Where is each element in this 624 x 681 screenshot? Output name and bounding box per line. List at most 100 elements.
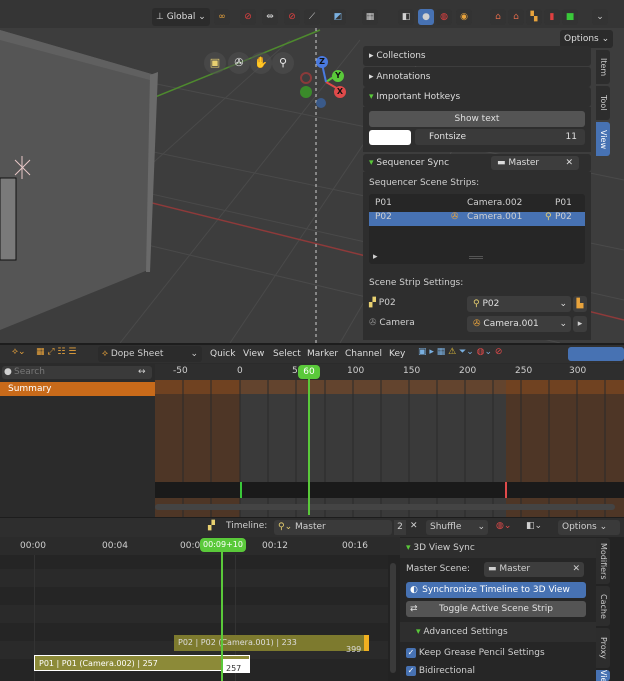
neg-y-dot[interactable] — [300, 86, 312, 98]
scrub-region[interactable] — [155, 482, 624, 498]
toggle-strip-button[interactable]: ⇄ Toggle Active Scene Strip — [406, 601, 586, 617]
3d-viewport[interactable]: ⊥ Global ⌄ ∞ ⊘ ⇹ ⊘ ⟋ ◩ ▦ ◧ ● ◍ ◉ ⌂ ⌂ ▚ ▮… — [0, 0, 624, 343]
sequencer-playhead[interactable] — [221, 538, 223, 681]
camera-setting-dropdown[interactable]: ✇ Camera.001 ⌄ — [467, 316, 571, 332]
menu-key[interactable]: Key — [389, 348, 405, 360]
render-shading-icon[interactable]: ◉ — [456, 9, 472, 25]
transform-pivot-icon[interactable]: ⇹ — [262, 9, 278, 25]
annotations-header[interactable]: ▸ Annotations — [363, 67, 591, 87]
menu-channel[interactable]: Channel — [345, 348, 382, 360]
gizmo-icon[interactable]: ⟋ — [304, 9, 320, 25]
material-shading-icon[interactable]: ◍ — [436, 9, 452, 25]
swap-icon[interactable]: ↔ — [138, 367, 146, 377]
tab-cache[interactable]: Cache — [596, 586, 610, 626]
tab-view[interactable]: View — [596, 122, 610, 156]
advanced-settings-header[interactable]: ▾ Advanced Settings — [400, 622, 596, 642]
sync-timeline-button[interactable]: ◐ Synchronize Timeline to 3D View — [406, 582, 586, 598]
addon-icon-4[interactable]: ▮ — [544, 9, 560, 25]
list-resize-handle[interactable] — [469, 256, 483, 259]
current-time-indicator[interactable]: 00:09+10 — [200, 538, 246, 552]
list-expand-icon[interactable]: ▸ — [373, 252, 378, 262]
addon-icon-2[interactable]: ⌂ — [508, 9, 524, 25]
end-frame-marker[interactable] — [505, 482, 507, 498]
tab-view[interactable]: View — [596, 670, 610, 681]
tab-item[interactable]: Item — [596, 50, 610, 84]
menu-marker[interactable]: Marker — [307, 348, 338, 360]
select-camera-icon[interactable]: ▸ — [573, 316, 587, 332]
z-axis-label[interactable]: Z — [316, 56, 328, 68]
bidirectional-checkbox[interactable]: ✓ Bidirectional — [406, 666, 475, 676]
horizontal-scrollbar[interactable] — [155, 504, 615, 510]
scene-setting-dropdown[interactable]: ⚲ P02 ⌄ — [467, 296, 571, 312]
summary-channel[interactable]: Summary — [0, 382, 155, 396]
strip-p02[interactable]: P02 | P02 (Camera.001) | 233 — [174, 635, 366, 651]
close-icon[interactable]: ✕ — [565, 156, 573, 170]
unlink-icon[interactable]: ✕ — [410, 521, 418, 531]
master-scene-field[interactable]: ▬ Master ✕ — [484, 562, 584, 577]
xray-icon[interactable]: ▦ — [362, 9, 378, 25]
y-axis-label[interactable]: Y — [332, 70, 344, 82]
camera-view-icon[interactable]: ▣ — [204, 52, 226, 74]
neg-z-dot[interactable] — [316, 98, 326, 108]
filter-icons[interactable]: ▦ ⤢ ☷ ☰ — [36, 347, 76, 357]
addon-icon-3[interactable]: ▚ — [526, 9, 542, 25]
tab-modifiers[interactable]: Modifiers — [596, 538, 610, 584]
menu-quick[interactable]: Quick — [210, 348, 235, 360]
sequencer-editor[interactable]: ▞ Timeline: ⚲⌄ Master 2 ✕ Shuffle ⌄ ◍⌄ ◧⌄… — [0, 518, 624, 681]
start-frame-marker[interactable] — [240, 482, 242, 498]
menu-select[interactable]: Select — [273, 348, 301, 360]
tab-tool[interactable]: Tool — [596, 86, 610, 120]
shuffle-dropdown[interactable]: Shuffle ⌄ — [426, 520, 488, 535]
expand-icon[interactable]: ⌄ — [592, 9, 608, 25]
tab-proxy[interactable]: Proxy — [596, 628, 610, 668]
keep-gp-checkbox[interactable]: ✓ Keep Grease Pencil Settings — [406, 648, 545, 658]
strip-p01[interactable]: P01 | P01 (Camera.002) | 257 — [34, 655, 250, 671]
collections-header[interactable]: ▸ Collections — [363, 46, 591, 66]
view-icon[interactable]: ◧⌄ — [526, 521, 542, 531]
editor-type-icon[interactable]: ⟡⌄ — [12, 347, 26, 357]
keyframe-tools-icons[interactable]: ▣ ▸ ▦ ⚠ ⏷⌄ ◍⌄ ⊘ — [418, 347, 502, 357]
strip-row[interactable]: P01 Camera.002 P01 — [369, 198, 585, 212]
camera-toggle-icon[interactable]: ✇ — [228, 52, 250, 74]
search-input[interactable]: Search — [2, 366, 152, 379]
user-count[interactable]: 2 — [394, 520, 406, 535]
addon-icon-5[interactable]: ■ — [562, 9, 578, 25]
new-scene-icon[interactable]: ▙ — [573, 296, 587, 312]
strip-p02-handle[interactable] — [364, 635, 369, 651]
timeline-scene-selector[interactable]: ⚲⌄ Master — [274, 520, 392, 535]
sequencer-options-dropdown[interactable]: Options ⌄ — [558, 520, 620, 535]
mode-dropdown[interactable]: ⟡ Dope Sheet ⌄ — [98, 346, 202, 362]
visibility-icon[interactable]: ◩ — [330, 9, 346, 25]
important-hotkeys-header[interactable]: ▾ Important Hotkeys — [363, 87, 591, 107]
playhead-line[interactable] — [308, 365, 310, 515]
current-frame-indicator[interactable]: 60 — [298, 365, 320, 379]
show-text-button[interactable]: Show text — [369, 111, 585, 127]
strip-list[interactable]: P01 Camera.002 P01 P02 ✇ Camera.001 ⚲ P0… — [369, 194, 585, 264]
snap-icon[interactable]: ∞ — [214, 9, 230, 25]
sequencer-sync-header[interactable]: ▾ Sequencer Sync ▬ Master ✕ — [363, 154, 591, 172]
master-scene-selector[interactable]: ▬ Master ✕ — [491, 156, 579, 170]
shading-icon[interactable]: ◧ — [398, 9, 414, 25]
close-icon[interactable]: ✕ — [572, 562, 580, 577]
3d-view-sync-header[interactable]: ▾ 3D View Sync — [400, 538, 596, 558]
solid-shading-icon[interactable]: ● — [418, 9, 434, 25]
addon-icon-1[interactable]: ⌂ — [490, 9, 506, 25]
neg-x-dot[interactable] — [300, 72, 312, 84]
overlay-icon[interactable]: ◍⌄ — [496, 521, 511, 531]
vertical-scrollbar[interactable] — [390, 563, 396, 673]
fontsize-field[interactable]: Fontsize 11 — [415, 129, 585, 145]
orientation-dropdown[interactable]: ⊥ Global ⌄ — [152, 8, 210, 26]
menu-view[interactable]: View — [243, 348, 264, 360]
dope-sheet-editor[interactable]: ⟡⌄ ▦ ⤢ ☷ ☰ ⟡ Dope Sheet ⌄ Quick View Sele… — [0, 345, 624, 517]
color-swatch[interactable] — [369, 130, 411, 145]
x-axis-label[interactable]: X — [334, 86, 346, 98]
pan-hand-icon[interactable]: ✋ — [250, 52, 272, 74]
proportional-icon[interactable] — [568, 347, 624, 361]
strip-row-selected[interactable]: P02 ✇ Camera.001 ⚲ P02 — [369, 212, 585, 226]
frame-ruler[interactable]: -50 0 50 100 150 200 250 300 — [155, 364, 624, 380]
overlay-off-icon[interactable]: ⊘ — [284, 9, 300, 25]
proportional-edit-icon[interactable]: ⊘ — [240, 9, 256, 25]
zoom-icon[interactable]: ⚲ — [272, 52, 294, 74]
strip-area[interactable]: P02 | P02 (Camera.001) | 233 399 P01 | P… — [0, 555, 396, 681]
keyframe-area[interactable] — [155, 380, 624, 517]
